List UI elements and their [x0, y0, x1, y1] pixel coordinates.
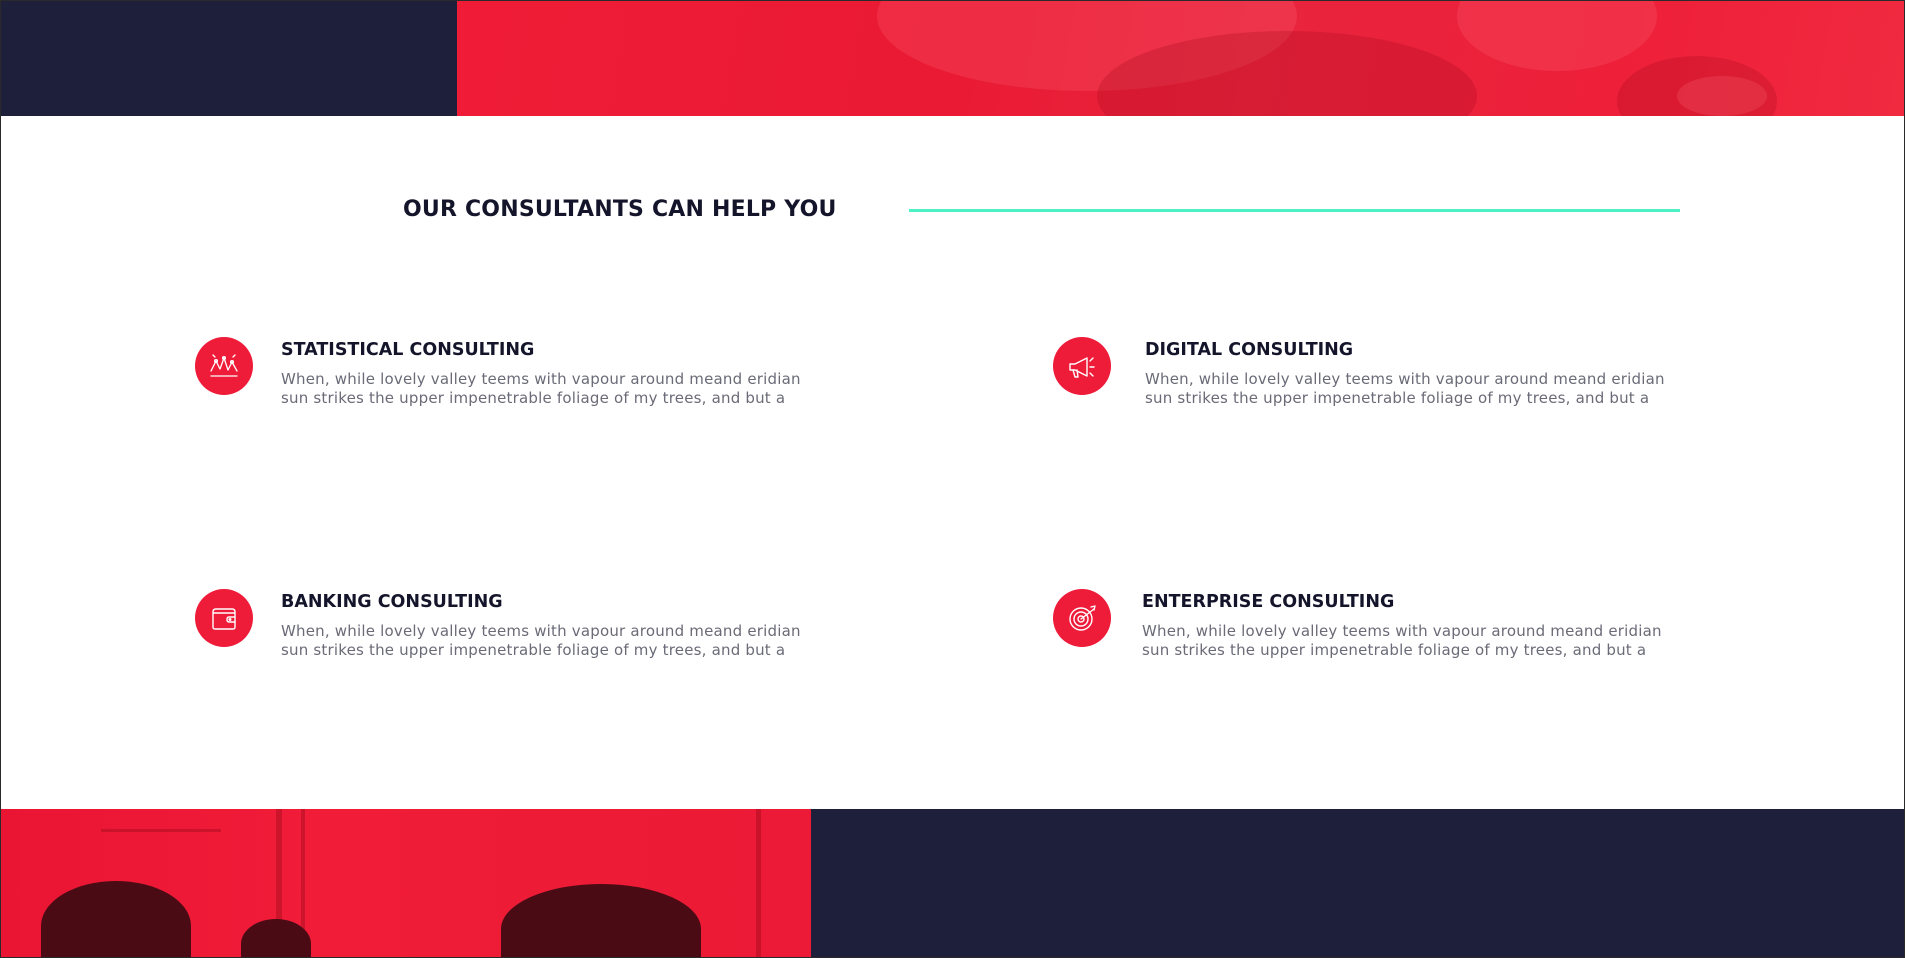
top-red-photo [457, 1, 1904, 116]
service-title: BANKING CONSULTING [281, 592, 503, 612]
bottom-red-photo [1, 809, 811, 957]
service-description: When, while lovely valley teems with vap… [1145, 370, 1665, 407]
target-icon [1053, 589, 1111, 647]
consulting-page: OUR CONSULTANTS CAN HELP YOU STATISTICAL… [0, 0, 1905, 958]
title-divider [909, 209, 1680, 212]
service-title: STATISTICAL CONSULTING [281, 340, 535, 360]
bottom-navy-panel [811, 809, 1904, 957]
service-description: When, while lovely valley teems with vap… [281, 622, 801, 659]
wallet-icon [195, 589, 253, 647]
service-description: When, while lovely valley teems with vap… [281, 370, 801, 407]
megaphone-icon [1053, 337, 1111, 395]
service-title: DIGITAL CONSULTING [1145, 340, 1354, 360]
service-title: ENTERPRISE CONSULTING [1142, 592, 1395, 612]
top-banner [1, 1, 1904, 116]
section-title: OUR CONSULTANTS CAN HELP YOU [403, 197, 837, 222]
top-navy-panel [1, 1, 457, 116]
chart-icon [195, 337, 253, 395]
service-description: When, while lovely valley teems with vap… [1142, 622, 1662, 659]
